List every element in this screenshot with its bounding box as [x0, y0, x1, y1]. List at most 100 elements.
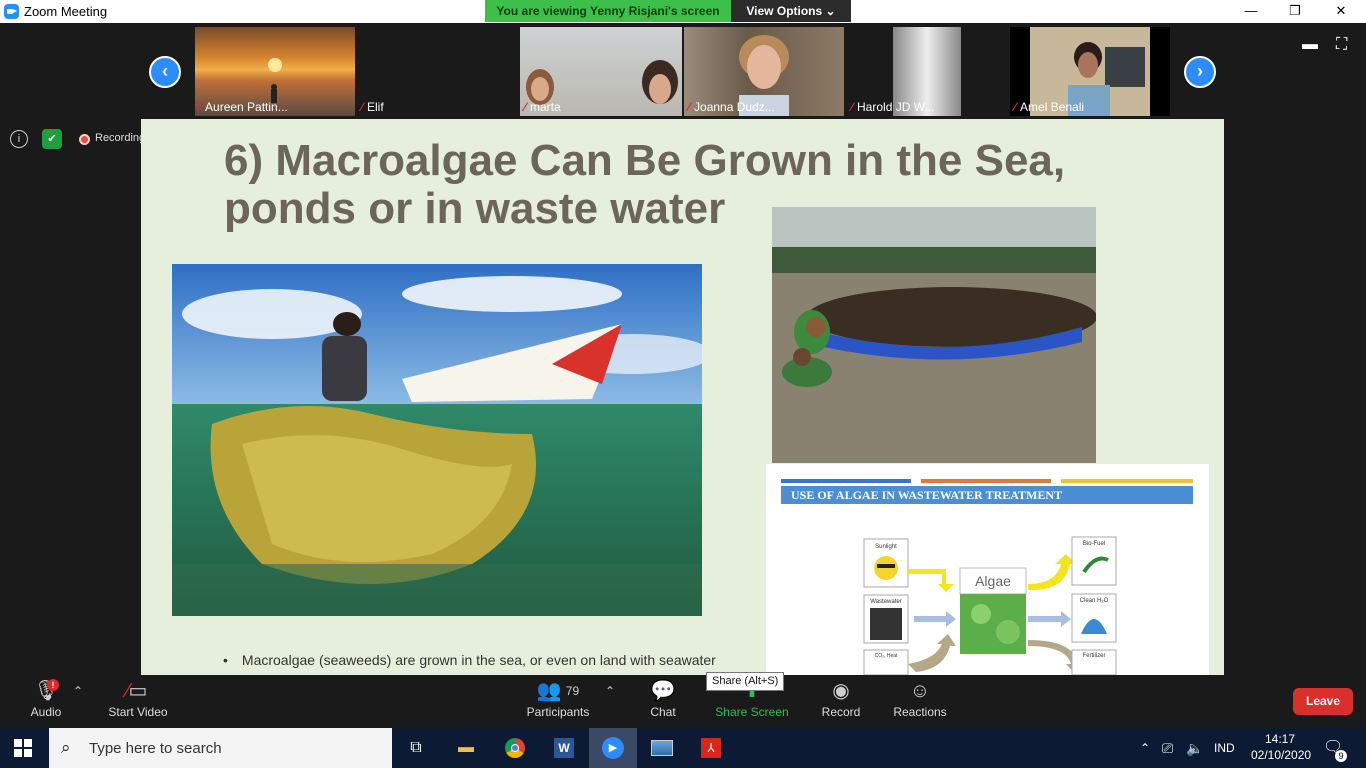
chrome-icon[interactable]	[491, 728, 539, 768]
search-placeholder: Type here to search	[89, 740, 222, 757]
minimize-button[interactable]: —	[1228, 0, 1274, 23]
fullscreen-icon[interactable]: ⛶	[1336, 36, 1347, 54]
volume-icon[interactable]: 🔈	[1186, 728, 1203, 768]
leave-button[interactable]: Leave	[1293, 688, 1353, 715]
next-page-button[interactable]: ›	[1184, 56, 1216, 88]
view-options-button[interactable]: View Options ⌄	[731, 0, 851, 22]
participants-label: Participants	[526, 705, 590, 719]
chat-label: Chat	[650, 705, 676, 719]
audio-button[interactable]: 🎙 Audio	[22, 675, 70, 728]
fertilizer-label: Fertilizer	[1082, 653, 1105, 659]
participants-count: 79	[565, 684, 580, 698]
algae-center-label: Algae	[975, 573, 1011, 589]
viewing-screen-banner: You are viewing Yenny Risjani's screen	[485, 0, 731, 22]
biofuel-label: Bio-Fuel	[1083, 541, 1105, 547]
participant-tile[interactable]: ⁄ Joanna Dudz...	[684, 27, 844, 116]
muted-mic-icon: ⁄	[361, 100, 364, 114]
file-explorer-icon[interactable]: ▬	[442, 728, 490, 768]
word-icon[interactable]: W	[540, 728, 588, 768]
diagram-graphic: Sunlight Wastewater CO₂, Heat Algae Bio-…	[863, 536, 1117, 675]
participant-name: ⁄ Harold JD W...	[851, 100, 935, 114]
reactions-icon: ☺	[909, 680, 931, 702]
reactions-button[interactable]: ☺ Reactions	[890, 675, 950, 728]
muted-mic-icon: ⁄	[524, 100, 527, 114]
network-icon[interactable]: ⎚	[1162, 728, 1173, 768]
participant-tile[interactable]: ⁄ marta	[520, 27, 682, 116]
reactions-label: Reactions	[893, 705, 947, 719]
participant-name: ⁄ Joanna Dudz...	[688, 100, 775, 114]
share-tooltip: Share (Alt+S)	[706, 672, 785, 691]
meeting-toolbar: 🎙 Audio ! ⌃ ▭ ⁄ Start Video 👥 79 Participa…	[0, 675, 1366, 728]
participant-name: ⁄ Elif	[361, 100, 384, 114]
audio-alert-badge: !	[47, 679, 59, 691]
search-icon: ⌕	[61, 738, 71, 757]
participants-button[interactable]: 👥 79 Participants	[522, 675, 594, 728]
chevron-right-icon: ›	[1197, 61, 1203, 81]
slide-title-line1: 6) Macroalgae Can Be Grown in the Sea,	[224, 136, 1066, 185]
participant-name: ⁄ Amel Benali	[1014, 100, 1085, 114]
bullet-icon: •	[223, 652, 228, 668]
seaweed-farming-photo	[172, 264, 702, 616]
zoom-window: Zoom Meeting You are viewing Yenny Risja…	[0, 0, 1366, 728]
participant-tile[interactable]: ⁄ Harold JD W...	[847, 27, 961, 116]
slide-bullet-text: Macroalgae (seaweeds) are grown in the s…	[241, 652, 716, 668]
muted-mic-icon: ⁄	[688, 100, 691, 114]
chevron-down-icon: ⌄	[825, 4, 836, 18]
audio-label: Audio	[30, 705, 62, 719]
muted-mic-icon: ⁄	[1014, 100, 1017, 114]
chevron-left-icon: ‹	[162, 61, 168, 81]
participants-options-caret[interactable]: ⌃	[602, 675, 618, 728]
prev-page-button[interactable]: ‹	[149, 56, 181, 88]
start-video-label: Start Video	[108, 705, 168, 719]
caret-up-icon: ⌃	[72, 684, 84, 698]
chat-button[interactable]: 💬 Chat	[640, 675, 686, 728]
zoom-logo-icon	[4, 4, 19, 19]
sunlight-label: Sunlight	[875, 544, 897, 550]
microphone-icon: 🎙	[33, 680, 59, 702]
shared-screen-slide: 6) Macroalgae Can Be Grown in the Sea, p…	[141, 119, 1224, 675]
taskbar-clock[interactable]: 14:17 02/10/2020	[1251, 731, 1312, 763]
audio-options-caret[interactable]: ⌃	[70, 675, 86, 728]
wastewater-label: Wastewater	[870, 599, 901, 605]
restore-button[interactable]: ❐	[1272, 0, 1318, 23]
view-options-label: View Options	[746, 4, 823, 18]
zoom-taskbar-icon[interactable]: ▶	[589, 728, 637, 768]
windows-start-icon[interactable]	[14, 739, 32, 757]
participant-tile[interactable]: ⁄ Elif	[357, 27, 517, 116]
participants-icon: 👥 79	[536, 680, 580, 702]
acrobat-icon[interactable]: ⅄	[687, 728, 735, 768]
title-bar: Zoom Meeting You are viewing Yenny Risja…	[0, 0, 1366, 23]
info-icon[interactable]: i	[10, 130, 28, 148]
participant-tile[interactable]: ⁄ Amel Benali	[1010, 27, 1170, 116]
start-video-button[interactable]: ▭ ⁄ Start Video	[103, 675, 173, 728]
tray-chevron-icon[interactable]: ⌃	[1140, 728, 1150, 768]
recording-label: Recording	[95, 132, 146, 144]
chat-icon: 💬	[650, 680, 676, 702]
record-icon: ◉	[832, 680, 850, 702]
record-button[interactable]: ◉ Record	[816, 675, 866, 728]
shield-icon[interactable]: ✔	[42, 129, 62, 149]
close-button[interactable]: ✕	[1318, 0, 1364, 23]
participant-tile[interactable]: ⁄ Aureen Pattin...	[195, 27, 355, 116]
task-view-icon[interactable]: ⧉	[392, 728, 440, 768]
muted-mic-icon: ⁄	[199, 100, 202, 114]
co2-label: CO₂, Heat	[875, 653, 898, 659]
notifications-count: 9	[1335, 750, 1347, 762]
clock-time: 14:17	[1264, 732, 1296, 746]
notifications-icon[interactable]: 🗨 9	[1323, 728, 1347, 768]
seaweed-pond-photo	[772, 207, 1096, 463]
record-label: Record	[821, 705, 861, 719]
caret-up-icon: ⌃	[604, 684, 616, 698]
participant-name: ⁄ marta	[524, 100, 561, 114]
gallery-view-icon[interactable]: ▬	[1302, 36, 1318, 54]
share-screen-label: Share Screen	[715, 705, 789, 719]
taskbar-search-box[interactable]: ⌕ Type here to search	[49, 728, 392, 768]
video-off-icon: ▭ ⁄	[126, 680, 148, 702]
wastewater-diagram: USE OF ALGAE IN WASTEWATER TREATMENT Sun…	[766, 464, 1209, 675]
participant-name: ⁄ Aureen Pattin...	[199, 100, 288, 114]
photos-icon[interactable]	[638, 728, 686, 768]
language-indicator[interactable]: IND	[1214, 728, 1235, 768]
muted-mic-icon: ⁄	[851, 100, 854, 114]
cleanwater-label: Clean H₂O	[1080, 598, 1109, 604]
clock-date: 02/10/2020	[1251, 748, 1312, 762]
